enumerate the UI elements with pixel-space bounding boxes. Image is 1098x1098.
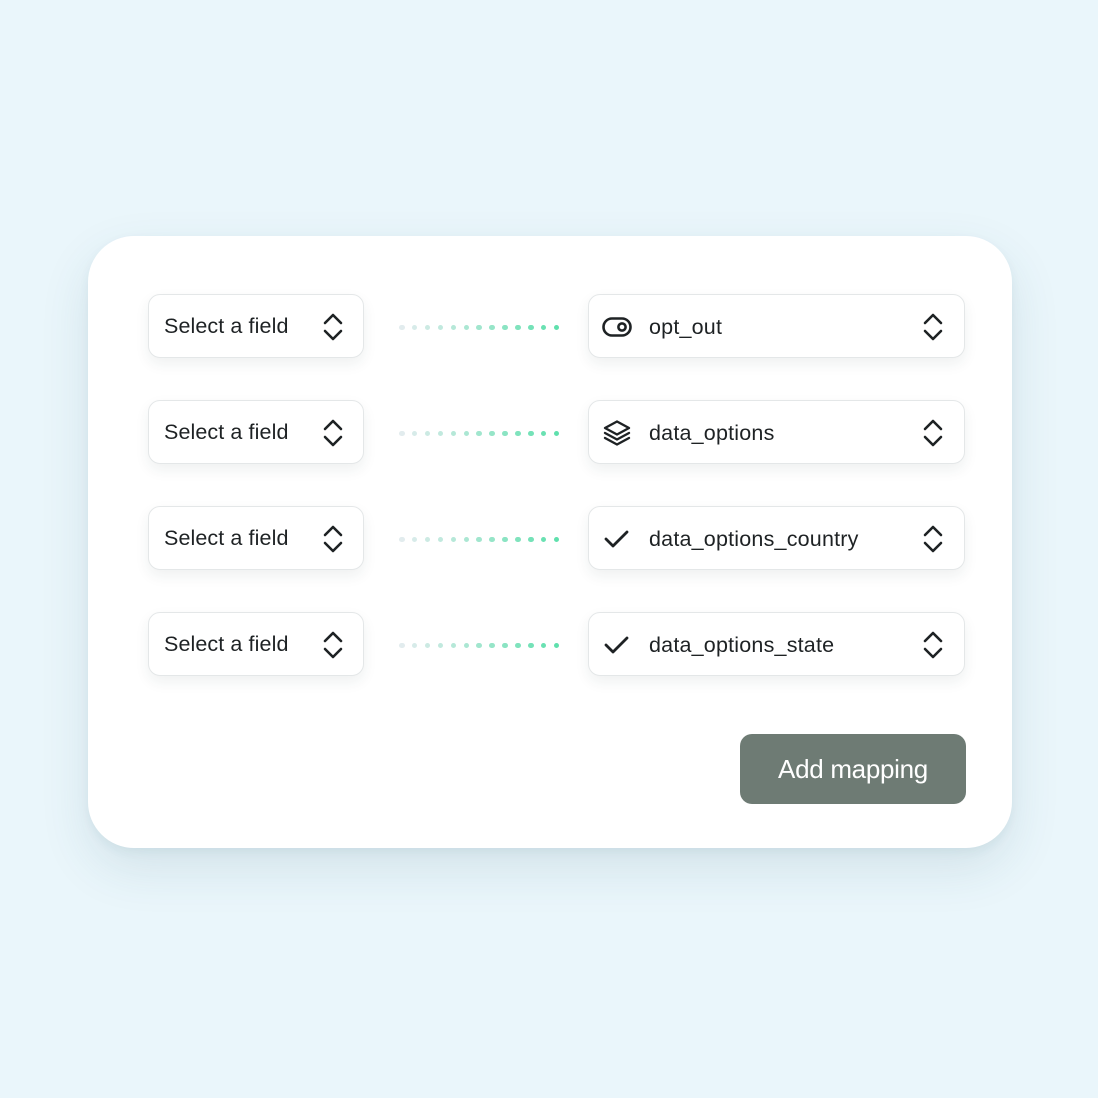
connector-dot — [476, 536, 482, 542]
chevron-up-down-icon — [923, 525, 943, 553]
dotted-connector — [399, 323, 564, 331]
chevron-up-down-icon — [923, 631, 943, 659]
dotted-connector — [399, 429, 564, 437]
target-field-select[interactable]: data_options_state — [588, 612, 965, 676]
connector-dot — [540, 324, 547, 330]
connector-dot — [450, 324, 457, 330]
toggle-icon — [602, 317, 632, 337]
connector-dot — [463, 430, 469, 436]
connector-dot — [540, 536, 547, 542]
mapping-row: Select a field data_options — [88, 400, 1012, 466]
connector-dot — [515, 536, 521, 542]
connector-dot — [489, 642, 495, 648]
connector-dot — [528, 430, 534, 436]
mapping-row: Select a field data_options_country — [88, 506, 1012, 572]
connector-dot — [424, 324, 431, 330]
connector-dot — [476, 324, 482, 330]
connector-dot — [528, 642, 534, 648]
connector-dot — [528, 324, 534, 330]
connector-dot — [411, 642, 418, 648]
connector-dot — [553, 642, 560, 648]
chevron-up-down-icon — [323, 313, 343, 341]
chevron-up-down-icon — [323, 631, 343, 659]
target-field-select[interactable]: opt_out — [588, 294, 965, 358]
check-icon — [604, 530, 629, 548]
connector-dot — [411, 324, 418, 330]
connector-dot — [489, 324, 495, 330]
connector-dot — [553, 430, 560, 436]
connector-dot — [528, 536, 534, 542]
add-mapping-button[interactable]: Add mapping — [740, 734, 966, 804]
connector-dot — [399, 536, 405, 542]
source-field-label: Select a field — [164, 419, 289, 444]
source-field-select[interactable]: Select a field — [148, 400, 364, 464]
mapping-row: Select a field data_options_state — [88, 612, 1012, 678]
source-field-select[interactable]: Select a field — [148, 612, 364, 676]
target-field-label: data_options_state — [649, 633, 835, 657]
chevron-up-down-icon — [323, 525, 343, 553]
source-field-select[interactable]: Select a field — [148, 294, 364, 358]
connector-dot — [463, 642, 469, 648]
mapping-card: Select a field opt_out Select a field da… — [88, 236, 1012, 848]
connector-dot — [437, 536, 444, 542]
connector-dot — [399, 324, 405, 330]
connector-dot — [553, 536, 560, 542]
source-field-label: Select a field — [164, 525, 289, 550]
connector-dot — [502, 642, 508, 648]
mapping-row: Select a field opt_out — [88, 294, 1012, 360]
chevron-up-down-icon — [323, 419, 343, 447]
target-field-label: data_options — [649, 421, 775, 445]
target-field-label: opt_out — [649, 315, 723, 339]
connector-dot — [502, 324, 508, 330]
source-field-label: Select a field — [164, 631, 289, 656]
target-field-select[interactable]: data_options_country — [588, 506, 965, 570]
chevron-up-down-icon — [923, 419, 943, 447]
connector-dot — [489, 430, 495, 436]
connector-dot — [411, 536, 418, 542]
connector-dot — [476, 430, 482, 436]
chevron-up-down-icon — [923, 313, 943, 341]
connector-dot — [463, 324, 469, 330]
check-icon — [604, 636, 629, 654]
connector-dot — [424, 430, 431, 436]
source-field-label: Select a field — [164, 313, 289, 338]
connector-dot — [540, 430, 547, 436]
connector-dot — [437, 430, 444, 436]
connector-dot — [515, 324, 521, 330]
connector-dot — [502, 536, 508, 542]
target-field-label: data_options_country — [649, 527, 859, 551]
connector-dot — [424, 536, 431, 542]
connector-dot — [502, 430, 508, 436]
dotted-connector — [399, 641, 564, 649]
connector-dot — [399, 430, 405, 436]
connector-dot — [553, 324, 560, 330]
connector-dot — [540, 642, 547, 648]
connector-dot — [476, 642, 482, 648]
connector-dot — [515, 642, 521, 648]
connector-dot — [489, 536, 495, 542]
connector-dot — [411, 430, 418, 436]
connector-dot — [450, 430, 457, 436]
connector-dot — [450, 642, 457, 648]
connector-dot — [463, 536, 469, 542]
connector-dot — [515, 430, 521, 436]
dotted-connector — [399, 535, 564, 543]
connector-dot — [437, 324, 444, 330]
connector-dot — [437, 642, 444, 648]
target-field-select[interactable]: data_options — [588, 400, 965, 464]
connector-dot — [424, 642, 431, 648]
connector-dot — [399, 642, 405, 648]
source-field-select[interactable]: Select a field — [148, 506, 364, 570]
layers-icon — [603, 420, 631, 446]
connector-dot — [450, 536, 457, 542]
